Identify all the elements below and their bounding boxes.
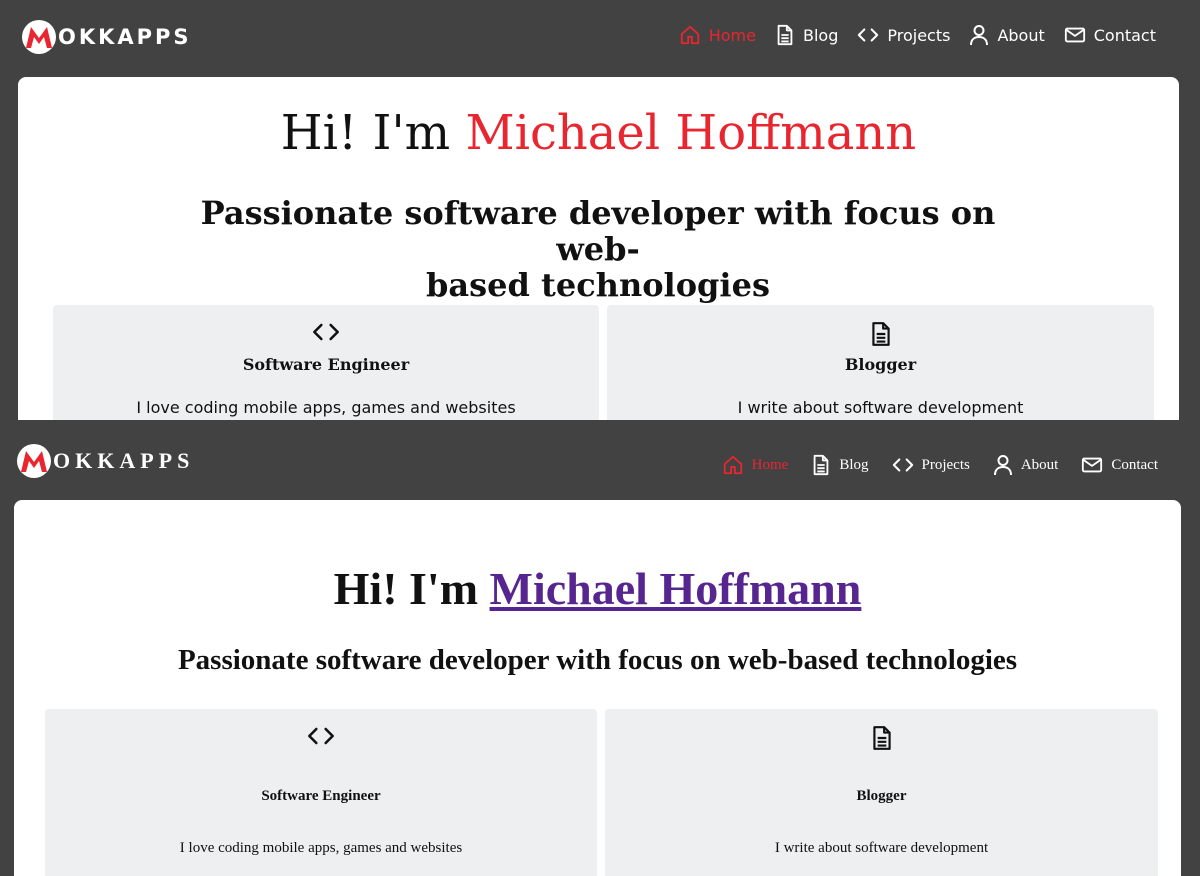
code-icon — [45, 725, 597, 747]
tile-title: Blogger — [844, 355, 917, 374]
content-card: Hi! I'm Michael Hoffmann Passionate soft… — [14, 500, 1181, 876]
tile-blogger: Blogger I write about software developme… — [605, 709, 1158, 876]
document-icon — [811, 454, 831, 476]
logo-text: OKKAPPS — [53, 448, 195, 473]
nav-item-projects[interactable]: Projects — [892, 456, 970, 474]
code-icon — [53, 321, 599, 343]
nav-label-home: Home — [751, 456, 789, 473]
mail-icon — [1081, 456, 1103, 474]
code-icon — [857, 26, 879, 44]
hero-title: Hi! I'm Michael Hoffmann — [14, 562, 1181, 615]
logo-mark-icon — [17, 444, 51, 478]
hero-title: Hi! I'm Michael Hoffmann — [18, 105, 1179, 161]
nav-item-contact[interactable]: Contact — [1081, 456, 1158, 474]
nav-label-contact: Contact — [1111, 456, 1158, 473]
user-icon — [969, 24, 989, 46]
screenshot-styled: OKKAPPS Home Blog Projects About Contact… — [0, 0, 1200, 420]
nav-label-projects: Projects — [921, 456, 970, 473]
tile-text: I write about software development — [774, 840, 989, 856]
document-icon — [607, 321, 1154, 347]
nav-label-about: About — [997, 25, 1045, 45]
main-nav: Home Blog Projects About Contact — [722, 454, 1158, 476]
tile-title: Software Engineer — [261, 788, 381, 804]
tile-text: I love coding mobile apps, games and web… — [179, 840, 463, 856]
nav-label-projects: Projects — [887, 25, 951, 45]
nav-item-home[interactable]: Home — [722, 454, 789, 476]
hero-greeting: Hi! I'm — [333, 563, 479, 614]
document-icon — [605, 725, 1158, 751]
main-nav: Home Blog Projects About Contact — [679, 24, 1156, 46]
content-card: Hi! I'm Michael Hoffmann Passionate soft… — [18, 77, 1179, 420]
home-icon — [722, 454, 744, 476]
document-icon — [775, 24, 795, 46]
nav-label-home: Home — [708, 25, 756, 45]
logo-mark-icon — [22, 20, 56, 54]
hero-greeting: Hi! I'm — [280, 105, 451, 161]
code-icon — [892, 456, 914, 474]
nav-label-about: About — [1020, 456, 1059, 473]
tile-title: Software Engineer — [242, 355, 410, 374]
mail-icon — [1064, 26, 1086, 44]
nav-item-about[interactable]: About — [969, 24, 1045, 46]
home-icon — [679, 24, 701, 46]
hero-subtitle: Passionate software developer with focus… — [177, 644, 1018, 676]
user-icon — [993, 454, 1013, 476]
hero-subtitle-line1: Passionate software developer with focus… — [200, 194, 996, 268]
tile-title: Blogger — [856, 788, 907, 804]
logo[interactable]: OKKAPPS — [17, 444, 194, 478]
logo-text: OKKAPPS — [58, 25, 192, 49]
nav-item-blog[interactable]: Blog — [775, 24, 838, 46]
logo[interactable]: OKKAPPS — [22, 20, 192, 54]
tile-blogger: Blogger I write about software developme… — [607, 305, 1154, 420]
tile-software-engineer: Software Engineer I love coding mobile a… — [45, 709, 597, 876]
nav-item-home[interactable]: Home — [679, 24, 756, 46]
screenshot-fallback-fonts: OKKAPPS Home Blog Projects About Contact… — [0, 420, 1200, 876]
nav-label-blog: Blog — [839, 456, 869, 473]
nav-item-contact[interactable]: Contact — [1064, 26, 1156, 45]
nav-item-blog[interactable]: Blog — [811, 454, 869, 476]
hero-subtitle: Passionate software developer with focus… — [178, 195, 1018, 303]
nav-label-blog: Blog — [802, 25, 839, 45]
tile-text: I write about software development — [737, 398, 1024, 417]
nav-item-about[interactable]: About — [993, 454, 1059, 476]
hero-subtitle-line2: based technologies — [426, 266, 770, 304]
nav-item-projects[interactable]: Projects — [857, 26, 950, 45]
hero-name-link[interactable]: Michael Hoffmann — [490, 563, 862, 614]
nav-label-contact: Contact — [1093, 25, 1156, 45]
hero-name: Michael Hoffmann — [465, 105, 917, 161]
tile-software-engineer: Software Engineer I love coding mobile a… — [53, 305, 599, 420]
tile-text: I love coding mobile apps, games and web… — [136, 398, 516, 417]
